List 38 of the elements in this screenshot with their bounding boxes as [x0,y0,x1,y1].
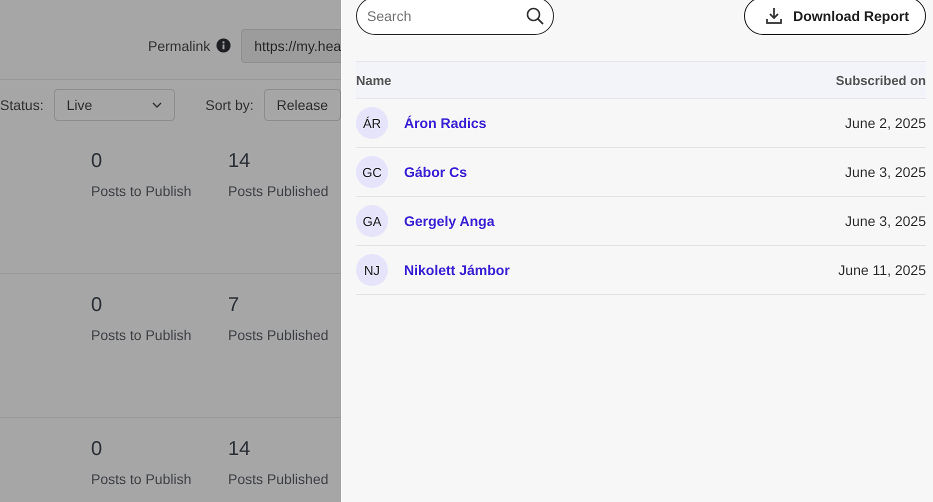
permalink-field[interactable]: https://my.hea [241,28,341,62]
stat-label: Posts to Publish [91,471,191,487]
filter-label: Status: [0,97,44,113]
status-dropdown[interactable]: Live [54,89,176,121]
avatar: GA [356,205,388,237]
stat-value: 14 [228,150,252,173]
date-text: June 3, 2025 [845,164,926,180]
subscriber-link[interactable]: Nikolett Jámbor [404,262,838,278]
search-field[interactable]: Search [356,0,554,35]
caret-icon [152,102,162,108]
stat-value: 0 [91,438,104,461]
column-header: Subscribed on [836,72,926,88]
permalink-label: Permalink [148,38,210,54]
sort-field[interactable]: Release [264,89,341,121]
search-icon [526,7,544,25]
stat-label: Posts Published [228,327,328,343]
stat-label: Posts Published [228,471,328,487]
stat-value: 0 [91,294,104,317]
subscriber-link[interactable]: Gábor Cs [404,164,846,180]
subscriber-link[interactable]: Gergely Anga [404,213,846,229]
stat-label: Posts to Publish [91,327,191,343]
stat-label: Posts Published [228,183,328,199]
date-text: June 3, 2025 [845,213,926,229]
download-icon [765,7,784,25]
date-text: June 11, 2025 [838,262,926,278]
stat-value: 14 [228,438,252,461]
info-icon[interactable] [216,38,232,53]
stat-label: Posts to Publish [91,183,191,199]
stat-value: 7 [228,294,240,317]
avatar: ÁR [356,107,388,139]
subscriber-link[interactable]: Áron Radics [404,115,846,131]
stat-value: 0 [91,150,104,173]
column-header: Name [356,72,392,88]
avatar: GC [356,156,388,188]
download-button[interactable]: Download Report [744,0,926,35]
filter-label: Sort by: [205,97,254,113]
date-text: June 2, 2025 [845,115,926,131]
avatar: NJ [356,254,388,286]
